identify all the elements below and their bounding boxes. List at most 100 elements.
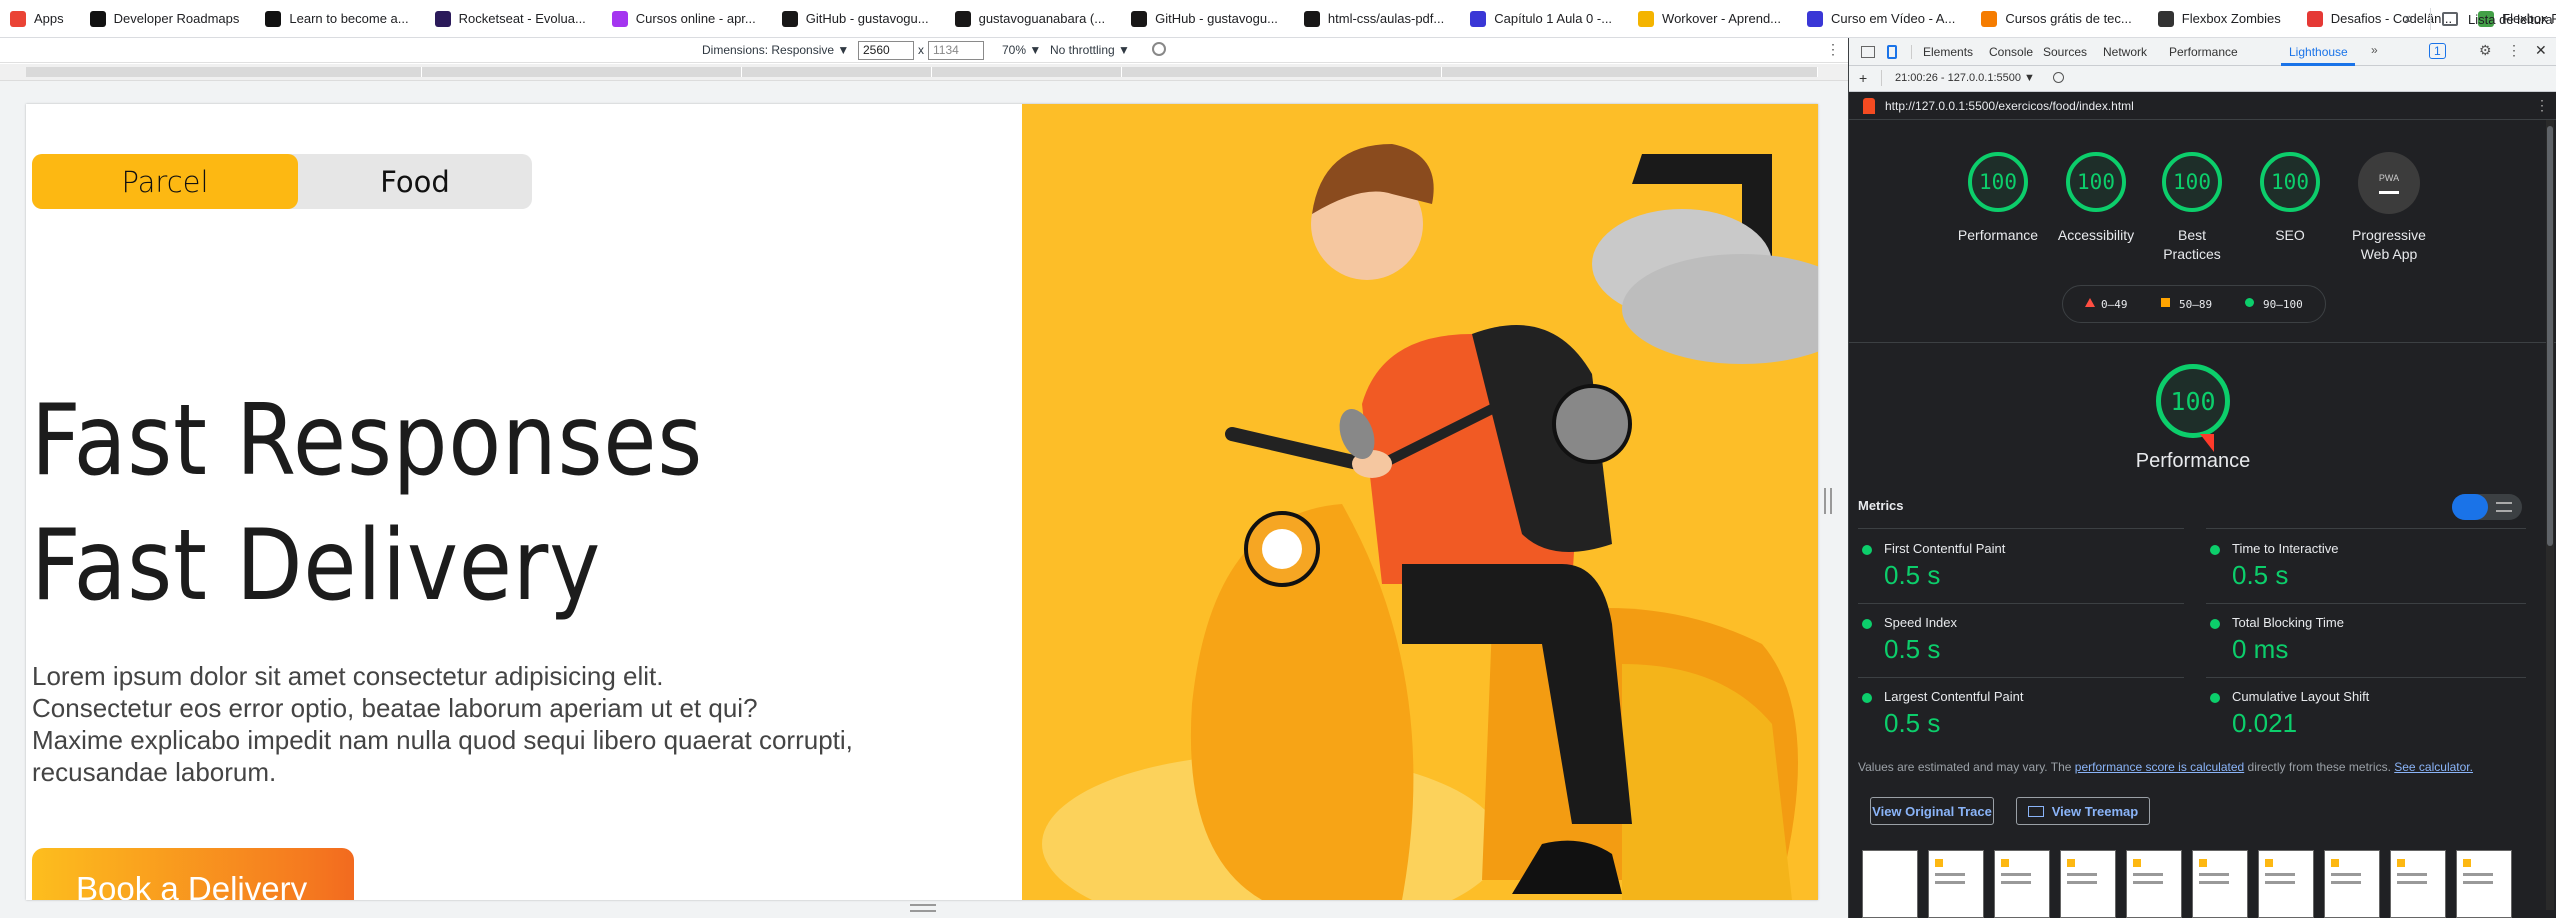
bookmark-item[interactable]: html-css/aulas-pdf... (1303, 10, 1444, 27)
metric-divider (1858, 528, 2184, 529)
zoom-select[interactable]: 70% ▼ (1002, 43, 1041, 57)
tab-food[interactable]: Food (298, 154, 532, 209)
width-input[interactable]: 2560 (858, 41, 914, 60)
metrics-title: Metrics (1858, 498, 1904, 513)
metrics-view-toggle[interactable] (2452, 494, 2522, 520)
metric-name-tti: Time to Interactive (2232, 541, 2339, 556)
bookmark-label: Curso em Vídeo - A... (1831, 11, 1956, 26)
score-label-best-practices: Best Practices (2163, 227, 2221, 262)
tab-sources[interactable]: Sources (2043, 45, 2087, 59)
course-icon (611, 10, 628, 27)
roadmap-icon (265, 10, 282, 27)
service-tabs: Parcel Food (32, 154, 532, 209)
bookmark-item[interactable]: Rocketseat - Evolua... (434, 10, 586, 27)
close-devtools-icon[interactable]: ✕ (2535, 42, 2547, 59)
headline-line-2: Fast Delivery (31, 509, 602, 623)
bookmark-item[interactable]: GitHub - gustavogu... (1131, 10, 1278, 27)
devtools-menu-icon[interactable]: ⋮ (2507, 42, 2521, 59)
bookmark-item[interactable]: GitHub - gustavogu... (781, 10, 929, 27)
ruler-segment[interactable] (1442, 67, 1818, 77)
media-query-ruler[interactable] (0, 64, 1848, 81)
filmstrip-frame (2390, 850, 2446, 918)
page-viewport: Parcel Food Fast Responses Fast Delivery… (26, 104, 1818, 900)
rotate-icon[interactable] (1152, 42, 1166, 56)
report-menu-icon[interactable]: ⋮ (2535, 97, 2549, 114)
inspect-element-icon[interactable] (1861, 46, 1875, 58)
expanded-view-icon[interactable] (2496, 502, 2512, 512)
pass-dot-icon (2210, 619, 2220, 629)
bookmark-item[interactable]: Flexbox Zombies (2157, 10, 2281, 27)
bookmark-item[interactable]: Learn to become a... (265, 10, 409, 27)
tab-console[interactable]: Console (1989, 45, 2033, 59)
compact-view-icon[interactable] (2452, 494, 2488, 520)
devtools-tab-bar: Elements Console Sources Network Perform… (1849, 38, 2556, 66)
new-report-plus-icon[interactable]: + (1859, 70, 1867, 86)
tab-performance[interactable]: Performance (2169, 45, 2238, 59)
calculator-link[interactable]: See calculator. (2394, 760, 2473, 774)
settings-gear-icon[interactable]: ⚙ (2479, 42, 2492, 59)
fail-triangle-icon (2085, 298, 2095, 307)
bookmark-item[interactable]: Curso em Vídeo - A... (1807, 10, 1956, 27)
scrollbar-thumb[interactable] (2547, 126, 2553, 546)
bookmark-label: Workover - Aprend... (1662, 11, 1782, 26)
reading-list-icon (2442, 12, 2458, 26)
height-input[interactable]: 1134 (928, 41, 984, 60)
device-toolbar: Dimensions: Responsive ▼ 2560 x 1134 70%… (0, 39, 1848, 63)
book-delivery-button[interactable]: Book a Delivery (32, 848, 354, 900)
tab-parcel[interactable]: Parcel (32, 154, 298, 209)
bookmark-item[interactable]: gustavoguanabara (... (954, 10, 1105, 27)
ruler-segment[interactable] (932, 67, 1122, 77)
score-gauge-best-practices[interactable]: 100 (2162, 152, 2222, 212)
performance-big-gauge: 100 (2156, 364, 2230, 438)
score-gauge-seo[interactable]: 100 (2260, 152, 2320, 212)
pwa-badge-text: PWA (2378, 172, 2400, 183)
resize-handle-vertical[interactable] (1824, 488, 1832, 514)
treemap-icon (2027, 805, 2044, 817)
issues-badge[interactable]: 1 (2429, 43, 2446, 59)
score-label-performance: Performance (1957, 227, 2039, 243)
devtools-scrollbar[interactable] (2546, 120, 2554, 910)
clear-report-icon[interactable] (2053, 72, 2064, 83)
score-gauge-accessibility[interactable]: 100 (2066, 152, 2126, 212)
device-more-icon[interactable]: ⋮ (1826, 41, 1840, 58)
audited-url[interactable]: http://127.0.0.1:5500/exercicos/food/ind… (1885, 99, 2134, 113)
metric-value-cls: 0.021 (2232, 708, 2298, 738)
view-original-trace-button[interactable]: View Original Trace (1870, 797, 1994, 825)
device-toggle-icon[interactable] (1887, 45, 1897, 59)
bookmark-item[interactable]: Workover - Aprend... (1638, 10, 1782, 27)
bookmarks-overflow-chevron-icon[interactable]: » (2404, 10, 2413, 28)
pwa-badge-icon[interactable]: PWA (2358, 152, 2420, 214)
bookmark-label: Apps (34, 11, 64, 26)
metrics-note: Values are estimated and may vary. The p… (1858, 760, 2473, 774)
resize-handle-horizontal[interactable] (910, 904, 936, 912)
view-treemap-button[interactable]: View Treemap (2016, 797, 2150, 825)
ruler-segment[interactable] (422, 67, 742, 77)
report-select[interactable]: 21:00:26 - 127.0.0.1:5500 ▼ (1895, 72, 2035, 84)
dimensions-select[interactable]: Dimensions: Responsive ▼ (702, 43, 849, 57)
score-gauge-performance[interactable]: 100 (1968, 152, 2028, 212)
ruler-segment[interactable] (1122, 67, 1442, 77)
bookmark-item[interactable]: Developer Roadmaps (89, 10, 239, 27)
score-legend: 0–49 50–89 90–100 (2062, 285, 2326, 323)
score-calculation-link[interactable]: performance score is calculated (2075, 760, 2244, 774)
throttle-select[interactable]: No throttling ▼ (1050, 43, 1130, 57)
pass-dot-icon (2210, 693, 2220, 703)
headline-line-1: Fast Responses (31, 384, 704, 498)
course-icon (1981, 10, 1998, 27)
bookmark-item[interactable]: Apps (10, 10, 64, 27)
tab-lighthouse[interactable]: Lighthouse (2289, 45, 2348, 59)
filmstrip-frame (1994, 850, 2050, 918)
bookmark-item[interactable]: Cursos online - apr... (611, 10, 756, 27)
metric-divider (1858, 603, 2184, 604)
reading-list-label: Lista de leitura (2468, 11, 2553, 27)
video-icon (1807, 10, 1824, 27)
ruler-segment[interactable] (742, 67, 932, 77)
tab-network[interactable]: Network (2103, 45, 2147, 59)
bookmark-item[interactable]: Capítulo 1 Aula 0 -... (1470, 10, 1612, 27)
tab-elements[interactable]: Elements (1923, 45, 1973, 59)
bookmark-item[interactable]: Cursos grátis de tec... (1981, 10, 2132, 27)
reading-list-button[interactable]: Lista de leitura (2442, 0, 2553, 38)
bookmarks-bar: Apps Developer Roadmaps Learn to become a.… (0, 0, 2556, 38)
more-tabs-icon[interactable]: » (2371, 43, 2378, 57)
ruler-segment[interactable] (26, 67, 422, 77)
